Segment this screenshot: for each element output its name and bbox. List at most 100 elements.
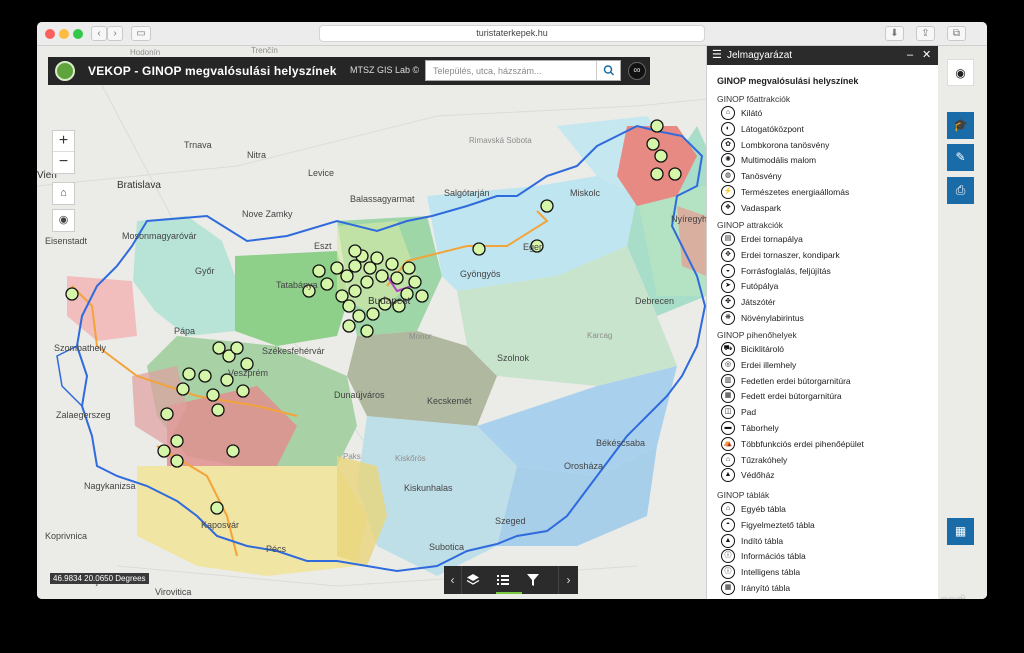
print-button[interactable]: ⎙ [947,177,974,204]
back-button[interactable]: ‹ [91,26,107,41]
legend-symbol-icon: ⌂ [721,452,735,467]
legend-symbol-icon: ◫ [721,405,735,420]
link-button[interactable]: ∞ [628,62,646,80]
legend-item-label: Fedett erdei bútorgarnitúra [741,391,842,402]
legend-group-title: GINOP főattrakciók [717,94,791,104]
url-bar[interactable]: turistaterkepek.hu [319,25,705,42]
locate-button[interactable]: ◉ [52,209,75,232]
search-button[interactable] [596,61,620,80]
legend-item-label: Futópálya [741,281,779,292]
toolbar-next-button[interactable]: › [558,566,578,594]
legend-item-label: Többfunkciós erdei pihenőépület [741,438,864,449]
legend-item-label: Lombkorona tanösvény [741,139,830,150]
pencil-icon: ✎ [955,150,966,164]
app-title: VEKOP - GINOP megvalósulási helyszínek [88,64,337,78]
zoom-in-button[interactable]: + [53,131,74,152]
place-nove-zamky: Nove Zamky [242,209,293,219]
legend-item-label: Forrásfoglalás, feljújítás [741,265,831,276]
legend-symbol-icon: ❖ [721,200,735,215]
draw-button[interactable]: ✎ [947,144,974,171]
place-paks: Paks [343,452,361,461]
legend-symbol-icon: ➤ [721,279,735,294]
legend-symbol-icon: ▥ [721,373,735,388]
url-text: turistaterkepek.hu [476,28,548,38]
legend-symbol-icon: ▲ [721,533,735,548]
legend-item-label: Vadaspark [741,202,782,213]
legend-symbol-icon: ◓ [721,517,735,532]
download-button[interactable]: ⬇ [885,26,904,41]
filter-icon [527,574,539,586]
place-szombathely: Szombathely [54,343,107,353]
zoom-control: + − [52,130,75,174]
place-salgotarjan: Salgótarján [444,188,490,198]
legend-item-label: Táborhely [741,423,779,433]
layers-button[interactable] [466,566,492,594]
place-szeged: Szeged [495,516,526,526]
place-zalaegerszeg: Zalaegerszeg [56,410,111,420]
browser-window: ‹ › ▭ turistaterkepek.hu ⬇ ⇪ ⧉ Hodonín T… [37,22,987,599]
forward-button[interactable]: › [107,26,123,41]
filter-button[interactable] [526,566,552,594]
legend-symbol-icon: ▦ [721,389,735,404]
legend-symbol-icon: ⌂ [721,502,735,516]
place-kiskunhalas: Kiskunhalas [404,483,453,493]
place-trencin: Trenčín [251,46,278,55]
graduation-cap-icon: 🎓 [953,118,968,132]
legend-symbol-icon: ✥ [721,247,735,262]
minimize-window-button[interactable] [59,29,69,39]
legend-main-title: GINOP megvalósulási helyszínek [717,76,859,86]
legend-symbol-icon: ✿ [721,137,735,152]
place-budapest: Budapest [368,296,411,307]
place-nagykanizsa: Nagykanizsa [84,481,136,491]
zoom-out-button[interactable]: − [53,152,74,173]
visibility-button[interactable]: ◉ [947,59,974,86]
place-veszprem: Veszprém [228,368,269,378]
legend-panel: ☰ Jelmagyarázat – ✕ GINOP megvalósulási … [706,46,938,599]
grid-icon: ▦ [954,524,967,538]
legend-item-label: Információs tábla [741,551,806,562]
map-view[interactable]: Hodonín Trenčín Rimavská Sobota Trnava N… [37,46,987,599]
place-szolnok: Szolnok [497,353,530,363]
bottom-toolbar: ‹ › [444,566,578,594]
widget-grid-button[interactable]: ▦ [947,518,974,545]
tabs-button[interactable]: ⧉ [947,26,966,41]
legend-item-label: Egyéb tábla [741,504,786,514]
home-button[interactable]: ⌂ [52,182,75,205]
place-virovitica: Virovitica [155,587,192,597]
place-szekesfehervar: Székesfehérvár [262,346,325,356]
print-icon: ⎙ [955,183,966,197]
place-hodonin: Hodonín [130,48,161,57]
legend-symbol-icon: ◒ [721,263,735,278]
toolbar-prev-button[interactable]: ‹ [444,566,462,594]
browser-titlebar: ‹ › ▭ turistaterkepek.hu ⬇ ⇪ ⧉ [37,22,987,46]
share-button[interactable]: ⇪ [916,26,935,41]
legend-minimize-button[interactable]: – [907,46,913,65]
legend-group-title: GINOP attrakciók [717,220,783,230]
locate-icon: ◉ [58,214,69,226]
legend-list-icon: ☰ [712,49,722,61]
search-icon [603,65,615,76]
legend-item-label: Fedetlen erdei bútorgarnitúra [741,375,851,386]
place-esztergom: Eszt [314,241,332,251]
legend-symbol-icon: ⌂ [721,106,735,120]
maximize-window-button[interactable] [73,29,83,39]
search-input[interactable]: Település, utca, házszám... [433,66,542,76]
legend-symbol-icon: ▦ [721,581,735,595]
legend-item-label: Erdei tornapálya [741,234,803,244]
legend-item-label: Figyelmeztető tábla [741,519,815,530]
legend-item-label: Kilátó [741,108,763,118]
search-box[interactable]: Település, utca, házszám... [425,60,621,81]
legend-item-label: Játszótér [741,297,776,308]
place-subotica: Subotica [429,542,465,552]
legend-item-label: Védőház [741,470,775,481]
place-mosonmagyarovar: Mosonmagyaróvár [122,231,197,241]
about-button[interactable]: 🎓 [947,112,974,139]
legend-title: Jelmagyarázat [727,50,793,61]
legend-item-label: Természetes energiaállomás [741,187,850,197]
legend-item-label: Biciklitároló [741,344,784,354]
place-bekescsaba: Békéscsaba [596,438,646,448]
list-button[interactable] [496,566,522,594]
close-window-button[interactable] [45,29,55,39]
sidebar-toggle-button[interactable]: ▭ [131,26,151,41]
legend-close-button[interactable]: ✕ [922,46,931,65]
